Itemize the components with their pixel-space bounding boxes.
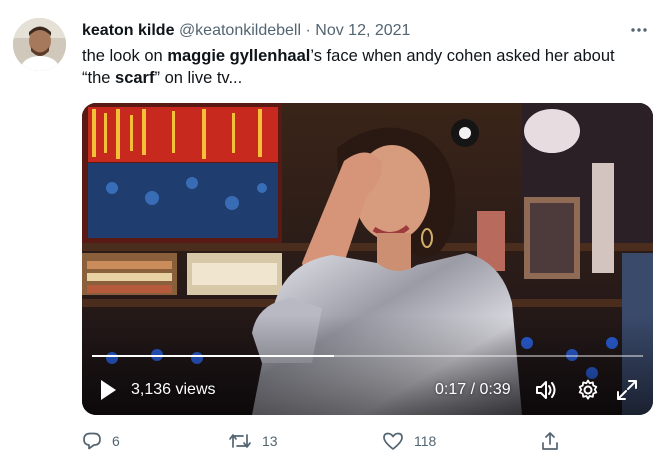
display-name[interactable]: keaton kilde [82,22,174,39]
play-button[interactable] [99,379,117,406]
tweet-text-part: “the [82,69,116,87]
video-frame [82,103,653,415]
video-progress-fill [92,355,335,357]
reply-icon [83,432,101,450]
retweet-button[interactable]: 13 [228,428,278,454]
tweet-text: the look on maggie gyllenhaal’s face whe… [82,45,652,89]
tweet-text-part: the look on [82,47,168,65]
tweet-text-bold: scarf [115,69,155,87]
like-button[interactable]: 118 [382,428,436,454]
play-icon [101,380,116,400]
volume-icon [536,381,556,399]
video-player[interactable]: 3,136 views 0:17 / 0:39 [82,103,653,415]
reply-button[interactable]: 6 [82,428,120,454]
tweet-text-bold: maggie gyllenhaal [167,47,311,65]
tweet-header: keaton kilde @keatonkildebell · Nov 12, … [82,20,410,42]
settings-gear-icon [578,379,598,400]
settings-button[interactable] [576,378,600,407]
handle[interactable]: @keatonkildebell [179,22,301,39]
view-count: 3,136 views [131,381,216,398]
avatar-photo-icon [13,18,66,71]
more-options-button[interactable] [626,19,652,41]
reply-count: 6 [112,433,120,449]
fullscreen-button[interactable] [615,378,639,407]
retweet-count: 13 [262,433,278,449]
tweet-date[interactable]: Nov 12, 2021 [315,22,410,39]
volume-button[interactable] [534,378,558,407]
share-button[interactable] [540,428,560,454]
tweet-card[interactable]: keaton kilde @keatonkildebell · Nov 12, … [0,0,666,463]
avatar[interactable] [13,18,66,71]
tweet-text-part: ’s face when andy cohen asked her about [310,47,615,65]
tweet-actions: 6 13 118 [82,428,653,454]
more-horizontal-icon [631,28,647,32]
heart-icon [383,432,403,450]
fullscreen-icon [617,380,637,400]
video-progress-bar[interactable] [92,355,643,357]
video-time: 0:17 / 0:39 [435,381,511,398]
header-separator: · [305,22,311,39]
retweet-icon [229,434,251,448]
share-icon [542,432,558,450]
tweet-text-part: ” on live tv... [154,69,243,87]
like-count: 118 [414,433,437,449]
